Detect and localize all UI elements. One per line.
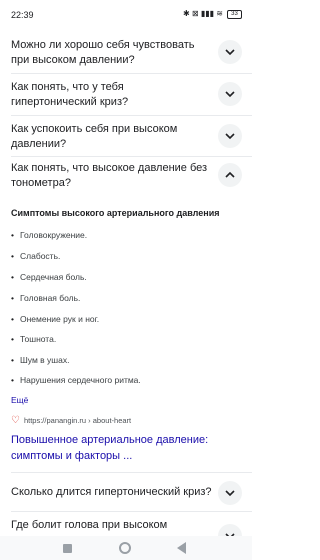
faq-item[interactable]: Сколько длится гипертонический криз?	[0, 473, 252, 511]
faq-question: Как понять, что высокое давление без тон…	[11, 162, 208, 189]
list-item: Онемение рук и ног.	[11, 314, 99, 324]
square-icon[interactable]	[63, 544, 72, 553]
status-bar: 22:39 ✱ ⊠ ▮▮▮ ≋ 33	[0, 0, 252, 30]
faq-item[interactable]: Как понять, что у тебя гипертонический к…	[0, 74, 252, 114]
faq-question: Сколько длится гипертонический криз?	[11, 486, 212, 498]
more-link[interactable]: Ещё	[11, 395, 28, 405]
faq-question: Можно ли хорошо себя чувствовать при выс…	[11, 39, 195, 66]
list-item: Головная боль.	[11, 293, 80, 303]
status-icons: ✱ ⊠ ▮▮▮ ≋ 33	[183, 9, 242, 19]
list-item: Слабость.	[11, 251, 60, 261]
chevron-down-icon[interactable]	[218, 40, 242, 64]
list-item: Головокружение.	[11, 230, 87, 240]
chevron-down-icon[interactable]	[218, 124, 242, 148]
faq-question: Как успокоить себя при высоком давлении?	[11, 123, 178, 150]
faq-item[interactable]: Где болит голова при высоком	[0, 512, 252, 548]
chevron-down-icon[interactable]	[218, 481, 242, 505]
source[interactable]: ♡ https://panangin.ru › about-heart	[11, 415, 131, 426]
faq-question: Как понять, что у тебя гипертонический к…	[11, 81, 129, 108]
result-link-title[interactable]: Повышенное артериальное давление: симпто…	[11, 432, 231, 464]
list-item: Сердечная боль.	[11, 272, 87, 282]
navigation-bar	[0, 536, 252, 560]
chevron-down-icon[interactable]	[218, 82, 242, 106]
back-triangle-icon[interactable]	[177, 542, 186, 554]
faq-item[interactable]: Можно ли хорошо себя чувствовать при выс…	[0, 30, 252, 70]
list-item: Нарушения сердечного ритма.	[11, 375, 141, 385]
source-url: https://panangin.ru › about-heart	[23, 416, 132, 425]
faq-question: Где болит голова при высоком	[11, 519, 168, 531]
heart-icon: ♡	[11, 415, 20, 426]
status-icons-right: ✱ ⊠ ▮▮▮ ≋	[183, 9, 223, 18]
clock: 22:39	[11, 10, 34, 20]
circle-icon[interactable]	[119, 542, 131, 554]
faq-item-expanded[interactable]: Как понять, что высокое давление без тон…	[0, 157, 252, 197]
battery-icon: 33	[227, 9, 242, 19]
answer-title: Симптомы высокого артериального давления	[11, 208, 220, 218]
list-item: Шум в ушах.	[11, 355, 69, 365]
list-item: Тошнота.	[11, 334, 56, 344]
chevron-up-icon[interactable]	[218, 163, 242, 187]
faq-item[interactable]: Как успокоить себя при высоком давлении?	[0, 116, 252, 160]
